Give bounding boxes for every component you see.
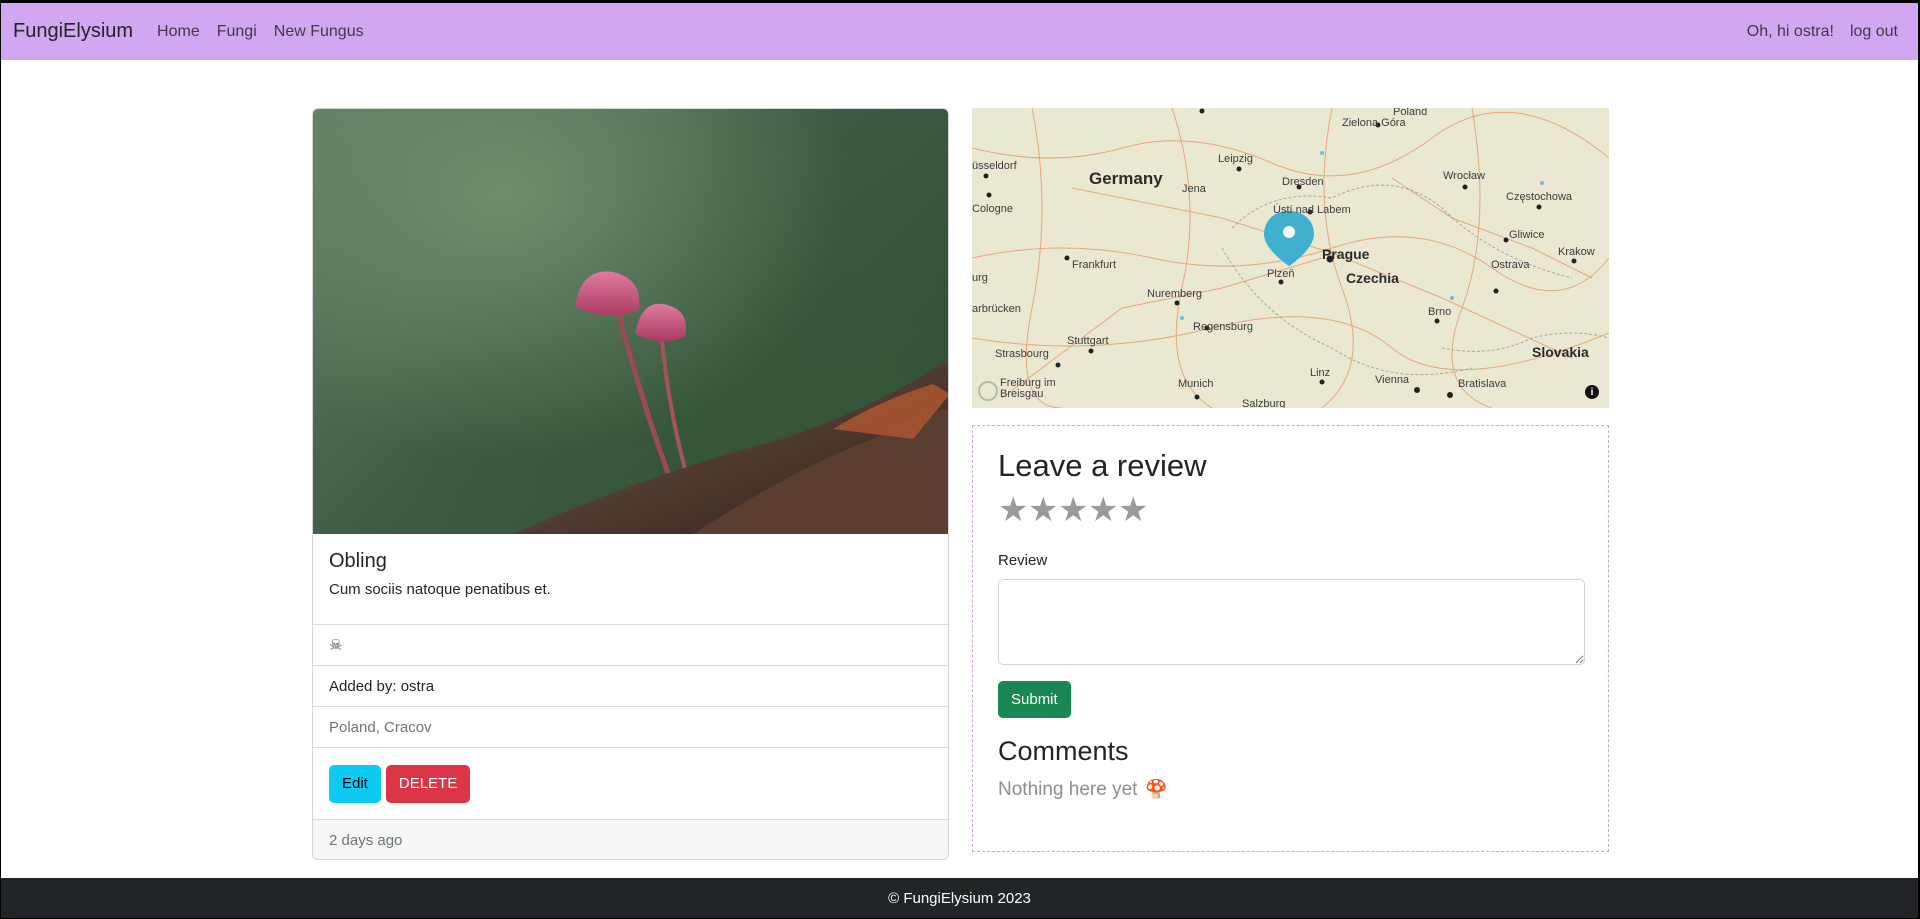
added-by-row: Added by: ostra — [313, 665, 948, 706]
fungus-card: Obling Cum sociis natoque penatibus et. … — [312, 108, 949, 860]
location-row: Poland, Cracov — [313, 706, 948, 747]
review-panel: Leave a review ★ ★ ★ ★ ★ Review Submit C… — [972, 425, 1609, 852]
map-label-germany: Germany — [1089, 169, 1163, 188]
map-label-czestochowa: Częstochowa — [1506, 191, 1573, 203]
logout-link[interactable]: log out — [1850, 23, 1898, 41]
map-label-wroclaw: Wrocław — [1443, 170, 1485, 182]
nav-fungi-link[interactable]: Fungi — [217, 23, 257, 41]
map-label-stuttgart: Stuttgart — [1067, 335, 1109, 347]
map-roads — [972, 108, 1609, 408]
map-label-cologne: Cologne — [972, 203, 1013, 215]
map-label-munich: Munich — [1178, 378, 1214, 390]
fungus-card-body: Obling Cum sociis natoque penatibus et. — [313, 534, 948, 624]
map-pin-icon[interactable] — [1264, 211, 1314, 266]
mushroom-illustration — [513, 271, 948, 534]
map-label-burg: urg — [972, 272, 988, 284]
review-textarea[interactable] — [998, 579, 1585, 665]
star-rating[interactable]: ★ ★ ★ ★ ★ — [998, 492, 1583, 528]
edit-button[interactable]: Edit — [329, 764, 381, 803]
nav-user-area: Oh, hi ostra! log out — [1731, 23, 1918, 41]
location-map[interactable]: Poland Zielona Góra Germany üsseldorf Co… — [972, 108, 1609, 408]
brand-link[interactable]: FungiElysium — [13, 20, 133, 43]
nav-new-fungus-link[interactable]: New Fungus — [274, 23, 364, 41]
map-label-usti: Ústí nad Labem — [1273, 204, 1351, 216]
site-footer: © FungiElysium 2023 — [1, 878, 1918, 918]
map-label-strasbourg: Strasbourg — [995, 348, 1049, 360]
map-label-regensburg: Regensburg — [1193, 321, 1253, 333]
navbar: FungiElysium Home Fungi New Fungus Oh, h… — [1, 3, 1918, 60]
star-icon[interactable]: ★ — [1028, 492, 1058, 528]
delete-button[interactable]: DELETE — [385, 764, 471, 803]
fungus-actions: Edit DELETE — [313, 747, 948, 819]
map-label-salzburg: Salzburg — [1242, 398, 1286, 408]
skull-crossbones-icon: ☠ — [329, 637, 343, 654]
star-icon[interactable]: ★ — [1058, 492, 1088, 528]
map-label-frankfurt: Frankfurt — [1072, 259, 1117, 271]
submit-button[interactable]: Submit — [998, 681, 1071, 718]
mushroom-icon: 🍄 — [1145, 779, 1168, 799]
map-label-dusseldorf: üsseldorf — [972, 160, 1017, 172]
map-label-bratislava: Bratislava — [1458, 378, 1507, 390]
user-greeting-link[interactable]: Oh, hi ostra! — [1747, 23, 1834, 41]
map-provider-logo[interactable] — [978, 381, 998, 401]
comments-heading: Comments — [998, 736, 1129, 766]
star-icon[interactable]: ★ — [998, 492, 1028, 528]
map-label-leipzig: Leipzig — [1218, 153, 1253, 165]
map-label-prague: Prague — [1322, 246, 1370, 262]
map-label-slovakia: Slovakia — [1532, 344, 1589, 360]
fungus-photo — [313, 109, 948, 534]
info-icon[interactable]: i — [1585, 385, 1599, 399]
map-label-dresden: Dresden — [1282, 176, 1324, 188]
star-icon[interactable]: ★ — [1088, 492, 1118, 528]
added-time: 2 days ago — [313, 819, 948, 859]
map-label-plzen: Plzeň — [1267, 268, 1295, 280]
map-label-ostrava: Ostrava — [1491, 259, 1530, 271]
map-label-nuremberg: Nuremberg — [1147, 288, 1203, 300]
nav-home-link[interactable]: Home — [157, 23, 200, 41]
fungus-title: Obling — [329, 550, 387, 572]
page: FungiElysium Home Fungi New Fungus Oh, h… — [1, 3, 1918, 918]
toxicity-row: ☠ — [313, 624, 948, 665]
map-label-saarbrucken: arbrücken — [972, 303, 1021, 315]
map-label-czechia: Czechia — [1346, 270, 1399, 286]
map-label-linz: Linz — [1310, 367, 1331, 379]
map-label-gliwice: Gliwice — [1509, 229, 1545, 241]
fungus-description: Cum sociis natoque penatibus et. — [329, 581, 551, 598]
map-label-freiburg: Freiburg im Breisgau — [1000, 377, 1056, 400]
review-field-label: Review — [998, 552, 1048, 569]
map-label-krakow: Krakow — [1558, 246, 1595, 258]
empty-comments: Nothing here yet 🍄 — [998, 779, 1583, 801]
empty-comments-text: Nothing here yet — [998, 779, 1138, 800]
map-label-zielona: Zielona Góra — [1342, 117, 1406, 129]
review-heading: Leave a review — [998, 448, 1207, 483]
star-icon[interactable]: ★ — [1118, 492, 1148, 528]
map-label-brno: Brno — [1428, 306, 1452, 318]
map-label-vienna: Vienna — [1375, 374, 1410, 386]
map-label-jena: Jena — [1182, 183, 1206, 195]
